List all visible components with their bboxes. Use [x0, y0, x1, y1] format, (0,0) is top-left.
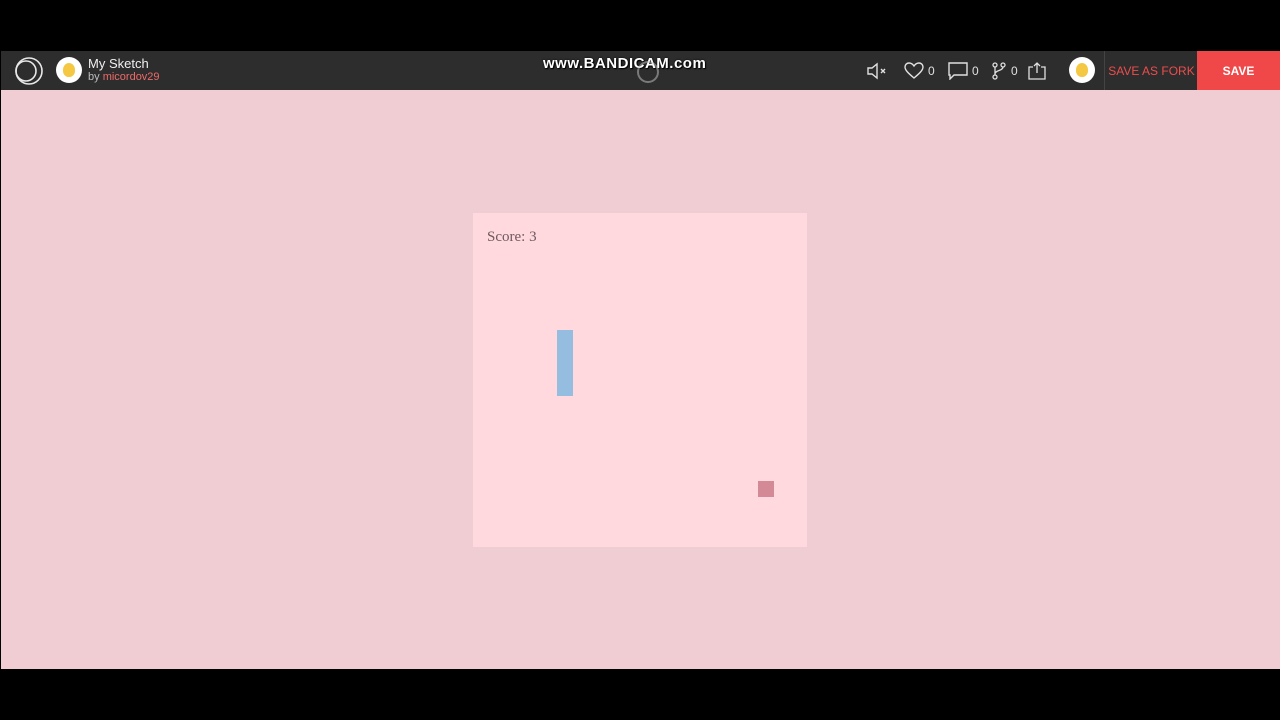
openprocessing-logo-icon[interactable] — [14, 56, 44, 86]
heart-icon — [904, 61, 924, 79]
avatar-face-icon — [63, 63, 75, 77]
fork-icon — [992, 61, 1006, 80]
forks-button[interactable]: 0 — [991, 51, 1018, 90]
likes-button[interactable]: 0 — [904, 51, 935, 90]
share-icon — [1028, 61, 1046, 80]
player-paddle — [557, 330, 573, 396]
author-link[interactable]: micordov29 — [103, 71, 160, 83]
share-button[interactable] — [1027, 51, 1047, 90]
sketch-stage: Score: 3 — [1, 90, 1280, 669]
forks-count: 0 — [1011, 63, 1018, 78]
save-as-fork-button[interactable]: SAVE AS FORK — [1106, 51, 1197, 90]
speaker-muted-icon — [867, 62, 886, 79]
sketch-author: by micordov29 — [88, 71, 160, 83]
letterbox-bottom — [0, 669, 1280, 720]
divider — [1104, 51, 1105, 90]
score-label: Score: 3 — [487, 229, 537, 245]
game-canvas[interactable]: Score: 3 — [473, 213, 807, 547]
food-square — [758, 481, 774, 497]
mute-button[interactable] — [866, 51, 892, 90]
bandicam-watermark: www.BANDICAM.com — [543, 55, 707, 72]
avatar-face-icon — [1076, 63, 1088, 77]
top-bar: My Sketch by micordov29 www.BANDICAM.com… — [1, 51, 1280, 90]
comments-button[interactable]: 0 — [948, 51, 979, 90]
user-avatar[interactable] — [1069, 57, 1095, 83]
by-label: by — [88, 71, 100, 83]
comments-count: 0 — [972, 63, 979, 78]
comment-icon — [948, 61, 968, 80]
author-avatar[interactable] — [56, 57, 82, 83]
save-button[interactable]: SAVE — [1197, 51, 1280, 90]
play-ring-icon[interactable] — [637, 61, 659, 83]
sketch-title[interactable]: My Sketch — [88, 56, 149, 71]
letterbox-top — [0, 0, 1280, 51]
likes-count: 0 — [928, 63, 935, 78]
